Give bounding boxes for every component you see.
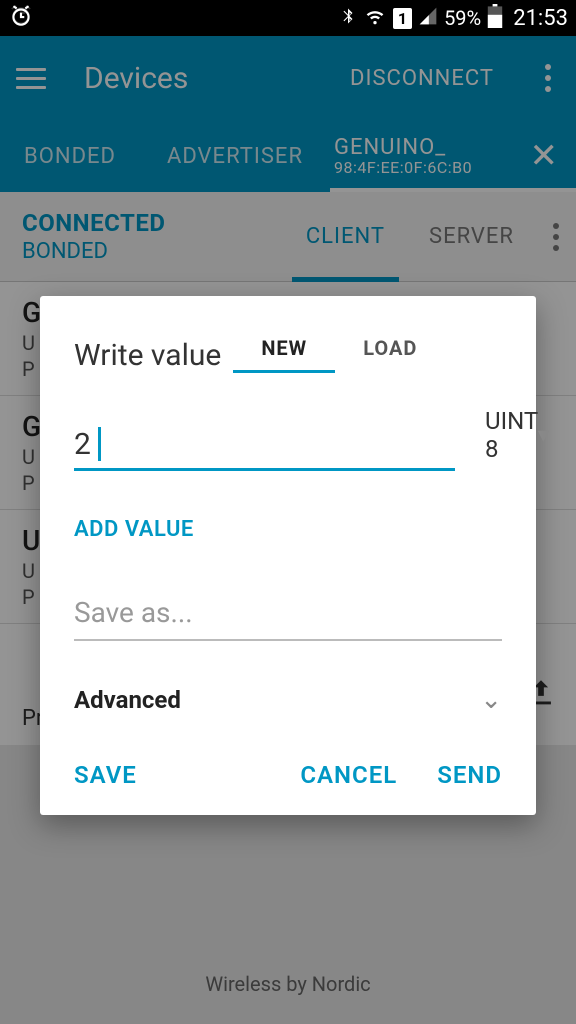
save-as-input[interactable]: [74, 590, 502, 641]
chevron-down-icon: ⌄: [480, 685, 502, 715]
status-bar: 1 59% 21:53: [0, 0, 576, 36]
dialog-title: Write value: [74, 338, 221, 373]
value-input[interactable]: [74, 423, 455, 471]
type-select-value: UINT 8: [485, 407, 538, 463]
sim-icon: 1: [393, 8, 412, 29]
type-select[interactable]: UINT 8 ▾: [485, 407, 549, 471]
dialog-tab-new[interactable]: NEW: [233, 326, 335, 373]
send-button[interactable]: SEND: [437, 761, 502, 789]
wifi-icon: [363, 6, 387, 31]
battery-percent: 59%: [444, 6, 481, 30]
write-value-dialog: Write value NEW LOAD UINT 8 ▾ ADD VALUE …: [40, 296, 536, 815]
cancel-button[interactable]: CANCEL: [300, 761, 397, 789]
save-button[interactable]: SAVE: [74, 761, 137, 789]
dialog-tab-load[interactable]: LOAD: [335, 326, 445, 373]
advanced-label: Advanced: [74, 686, 181, 714]
chevron-down-icon: ▾: [538, 423, 549, 448]
add-value-button[interactable]: ADD VALUE: [74, 517, 502, 542]
clock-text: 21:53: [513, 6, 568, 31]
signal-icon: [418, 6, 438, 31]
bluetooth-icon: [339, 5, 357, 32]
advanced-toggle[interactable]: Advanced ⌄: [74, 685, 502, 715]
text-cursor: [98, 427, 101, 461]
battery-icon: [487, 4, 503, 33]
alarm-icon: [8, 3, 34, 34]
